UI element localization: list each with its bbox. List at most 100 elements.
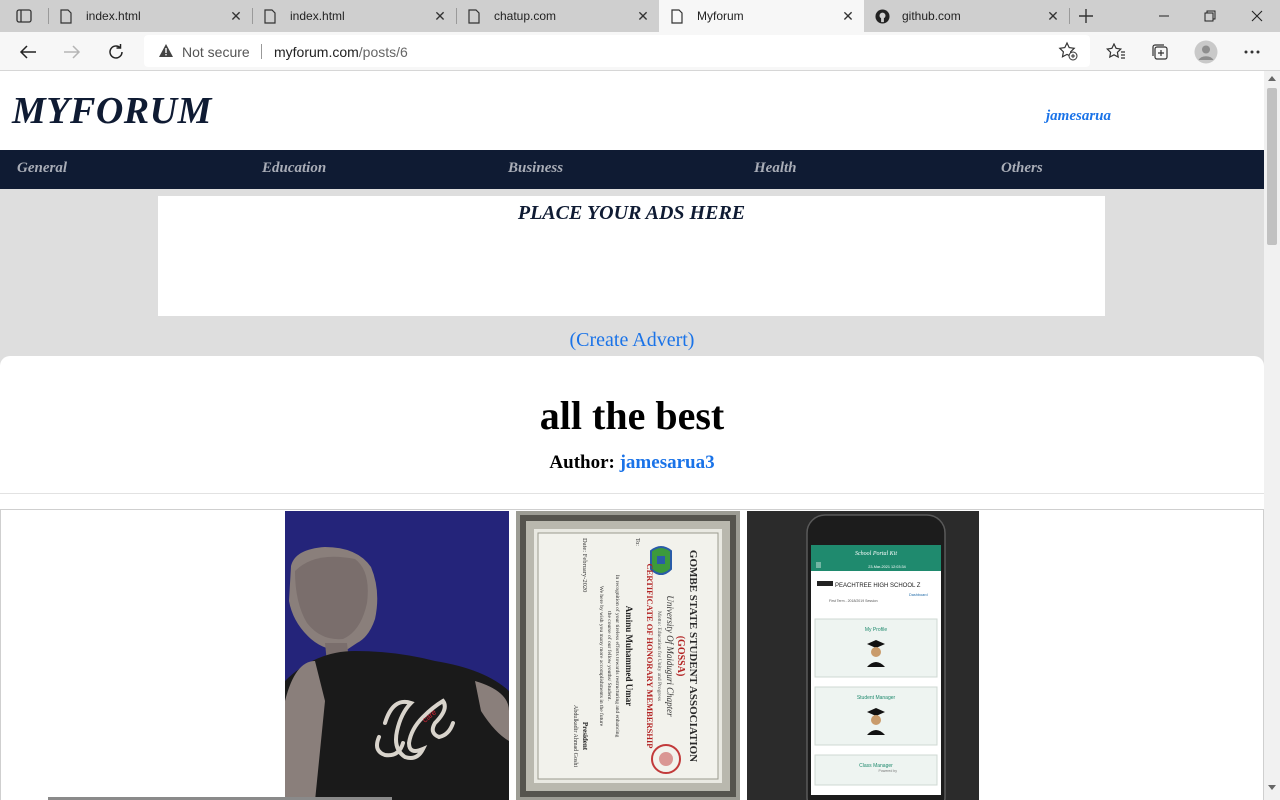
address-bar[interactable]: Not secure myforum.com/posts/6 bbox=[144, 35, 1090, 67]
tab-chatup[interactable]: chatup.com ✕ bbox=[456, 0, 659, 32]
site-header: MYFORUM jamesarua bbox=[0, 71, 1264, 150]
restore-button[interactable] bbox=[1187, 0, 1233, 32]
forward-button[interactable] bbox=[56, 36, 88, 68]
browser-tab-bar: index.html ✕ index.html ✕ chatup.com ✕ M… bbox=[0, 0, 1280, 32]
close-window-button[interactable] bbox=[1234, 0, 1280, 32]
nav-item-general[interactable]: General bbox=[17, 160, 67, 177]
app-card-2: Student Manager bbox=[857, 695, 896, 701]
app-header: School Portal Kit bbox=[855, 551, 897, 557]
collections-icon bbox=[1152, 44, 1168, 60]
app-session: First Term - 2018/2019 Session bbox=[829, 599, 878, 603]
cert-recipient: Aminu Muhammed Umar bbox=[624, 606, 634, 707]
scroll-down-icon bbox=[1268, 785, 1276, 790]
nav-item-health[interactable]: Health bbox=[754, 160, 797, 177]
username-link[interactable]: jamesarua bbox=[1046, 108, 1111, 125]
tab-title: index.html bbox=[290, 9, 345, 23]
cert-heading: CERTIFICATE OF HONORARY MEMBERSHIP bbox=[645, 564, 655, 749]
tab-myforum[interactable]: Myforum ✕ bbox=[659, 0, 864, 32]
post-card: all the best Author: jamesarua3 care GOM… bbox=[0, 356, 1264, 800]
tab-index-1[interactable]: index.html ✕ bbox=[48, 0, 252, 32]
cert-line1: In recognition of your tireless efforts … bbox=[614, 575, 621, 738]
page-icon bbox=[58, 8, 74, 24]
post-author: Author: jamesarua3 bbox=[0, 452, 1264, 474]
nav-item-education[interactable]: Education bbox=[262, 160, 326, 177]
close-tab-icon[interactable]: ✕ bbox=[1043, 6, 1063, 26]
favorites-button[interactable] bbox=[1100, 36, 1132, 68]
tab-title: index.html bbox=[86, 9, 141, 23]
forward-arrow-icon bbox=[64, 45, 81, 59]
favorites-icon bbox=[1106, 43, 1125, 59]
close-tab-icon[interactable]: ✕ bbox=[633, 6, 653, 26]
minimize-button[interactable] bbox=[1141, 0, 1187, 32]
page-icon bbox=[669, 8, 685, 24]
tab-actions-icon[interactable] bbox=[12, 6, 36, 26]
divider bbox=[261, 44, 262, 59]
tab-separator bbox=[1069, 8, 1070, 24]
author-label: Author: bbox=[549, 452, 615, 473]
cert-abbr: (GOSSA) bbox=[675, 636, 686, 677]
ad-placeholder-text: PLACE YOUR ADS HERE bbox=[517, 202, 746, 224]
cert-to: To: bbox=[634, 538, 640, 546]
minimize-icon bbox=[1159, 15, 1169, 17]
scrollbar-thumb[interactable] bbox=[1267, 88, 1277, 245]
cert-line2: the course of our fellow youths/ Student… bbox=[606, 611, 613, 701]
cert-motto: Motto: Education for Unity and Progress bbox=[656, 611, 663, 701]
close-tab-icon[interactable]: ✕ bbox=[430, 6, 450, 26]
security-label[interactable]: Not secure bbox=[182, 44, 250, 60]
nav-item-business[interactable]: Business bbox=[508, 160, 563, 177]
scroll-up-icon bbox=[1268, 76, 1276, 81]
app-school: PEACHTREE HIGH SCHOOL Z bbox=[835, 583, 921, 589]
author-link[interactable]: jamesarua3 bbox=[620, 452, 715, 473]
divider bbox=[0, 493, 1264, 494]
github-icon bbox=[874, 8, 890, 24]
more-dots-icon bbox=[1244, 50, 1260, 54]
cert-line3: We here by wish you many more accomplish… bbox=[598, 586, 605, 727]
cert-date: Date: February-2020 bbox=[581, 538, 588, 592]
tab-github[interactable]: github.com ✕ bbox=[864, 0, 1069, 32]
app-datetime: 23-Mar-2021 12:03:34 bbox=[868, 565, 906, 569]
post-title: all the best bbox=[539, 393, 725, 438]
url-text[interactable]: myforum.com/posts/6 bbox=[274, 44, 408, 60]
collections-button[interactable] bbox=[1144, 36, 1176, 68]
add-favorite-icon[interactable] bbox=[1058, 41, 1078, 66]
warning-icon[interactable] bbox=[158, 43, 174, 63]
cert-chapter: University Of Maiduguri Chapter bbox=[665, 595, 675, 717]
refresh-button[interactable] bbox=[100, 36, 132, 68]
profile-button[interactable] bbox=[1190, 36, 1222, 68]
category-nav: General Education Business Health Others bbox=[0, 150, 1264, 189]
page-viewport: MYFORUM jamesarua General Education Busi… bbox=[0, 71, 1264, 800]
page-icon bbox=[262, 8, 278, 24]
more-menu-button[interactable] bbox=[1236, 36, 1268, 68]
url-host: myforum.com bbox=[274, 44, 359, 60]
tab-title: chatup.com bbox=[494, 9, 557, 23]
app-powered: Powered by bbox=[879, 769, 898, 773]
vertical-scrollbar[interactable] bbox=[1264, 71, 1280, 800]
post-image-gallery: care GOMBE STATE STUDENT ASSOCIATION (GO… bbox=[0, 509, 1264, 800]
back-button[interactable] bbox=[12, 36, 44, 68]
app-card-1: My Profile bbox=[865, 627, 887, 633]
close-tab-icon[interactable]: ✕ bbox=[838, 6, 858, 26]
ad-banner[interactable]: PLACE YOUR ADS HERE bbox=[158, 196, 1105, 316]
post-image-person[interactable]: care bbox=[285, 511, 509, 800]
new-tab-button[interactable] bbox=[1074, 4, 1098, 28]
refresh-icon bbox=[109, 44, 123, 59]
close-tab-icon[interactable]: ✕ bbox=[226, 6, 246, 26]
cert-role: President bbox=[581, 722, 589, 751]
post-image-certificate[interactable]: GOMBE STATE STUDENT ASSOCIATION (GOSSA) … bbox=[516, 511, 740, 800]
close-icon bbox=[1251, 10, 1263, 22]
tab-title: github.com bbox=[902, 9, 961, 23]
back-arrow-icon bbox=[19, 45, 36, 59]
page-icon bbox=[466, 8, 482, 24]
nav-item-others[interactable]: Others bbox=[1001, 160, 1043, 177]
restore-icon bbox=[1204, 10, 1216, 22]
create-advert-link[interactable]: (Create Advert) bbox=[0, 329, 1264, 352]
plus-icon bbox=[1079, 9, 1093, 23]
cert-org: GOMBE STATE STUDENT ASSOCIATION bbox=[687, 550, 699, 762]
app-dashboard: Dashboard bbox=[909, 593, 928, 597]
post-image-phone-app[interactable]: School Portal Kit 23-Mar-2021 12:03:34 P… bbox=[747, 511, 979, 800]
url-path: /posts/6 bbox=[358, 44, 408, 60]
tab-index-2[interactable]: index.html ✕ bbox=[252, 0, 456, 32]
tab-title: Myforum bbox=[697, 9, 744, 23]
profile-avatar-icon bbox=[1194, 40, 1218, 64]
site-logo[interactable]: MYFORUM bbox=[12, 89, 212, 133]
